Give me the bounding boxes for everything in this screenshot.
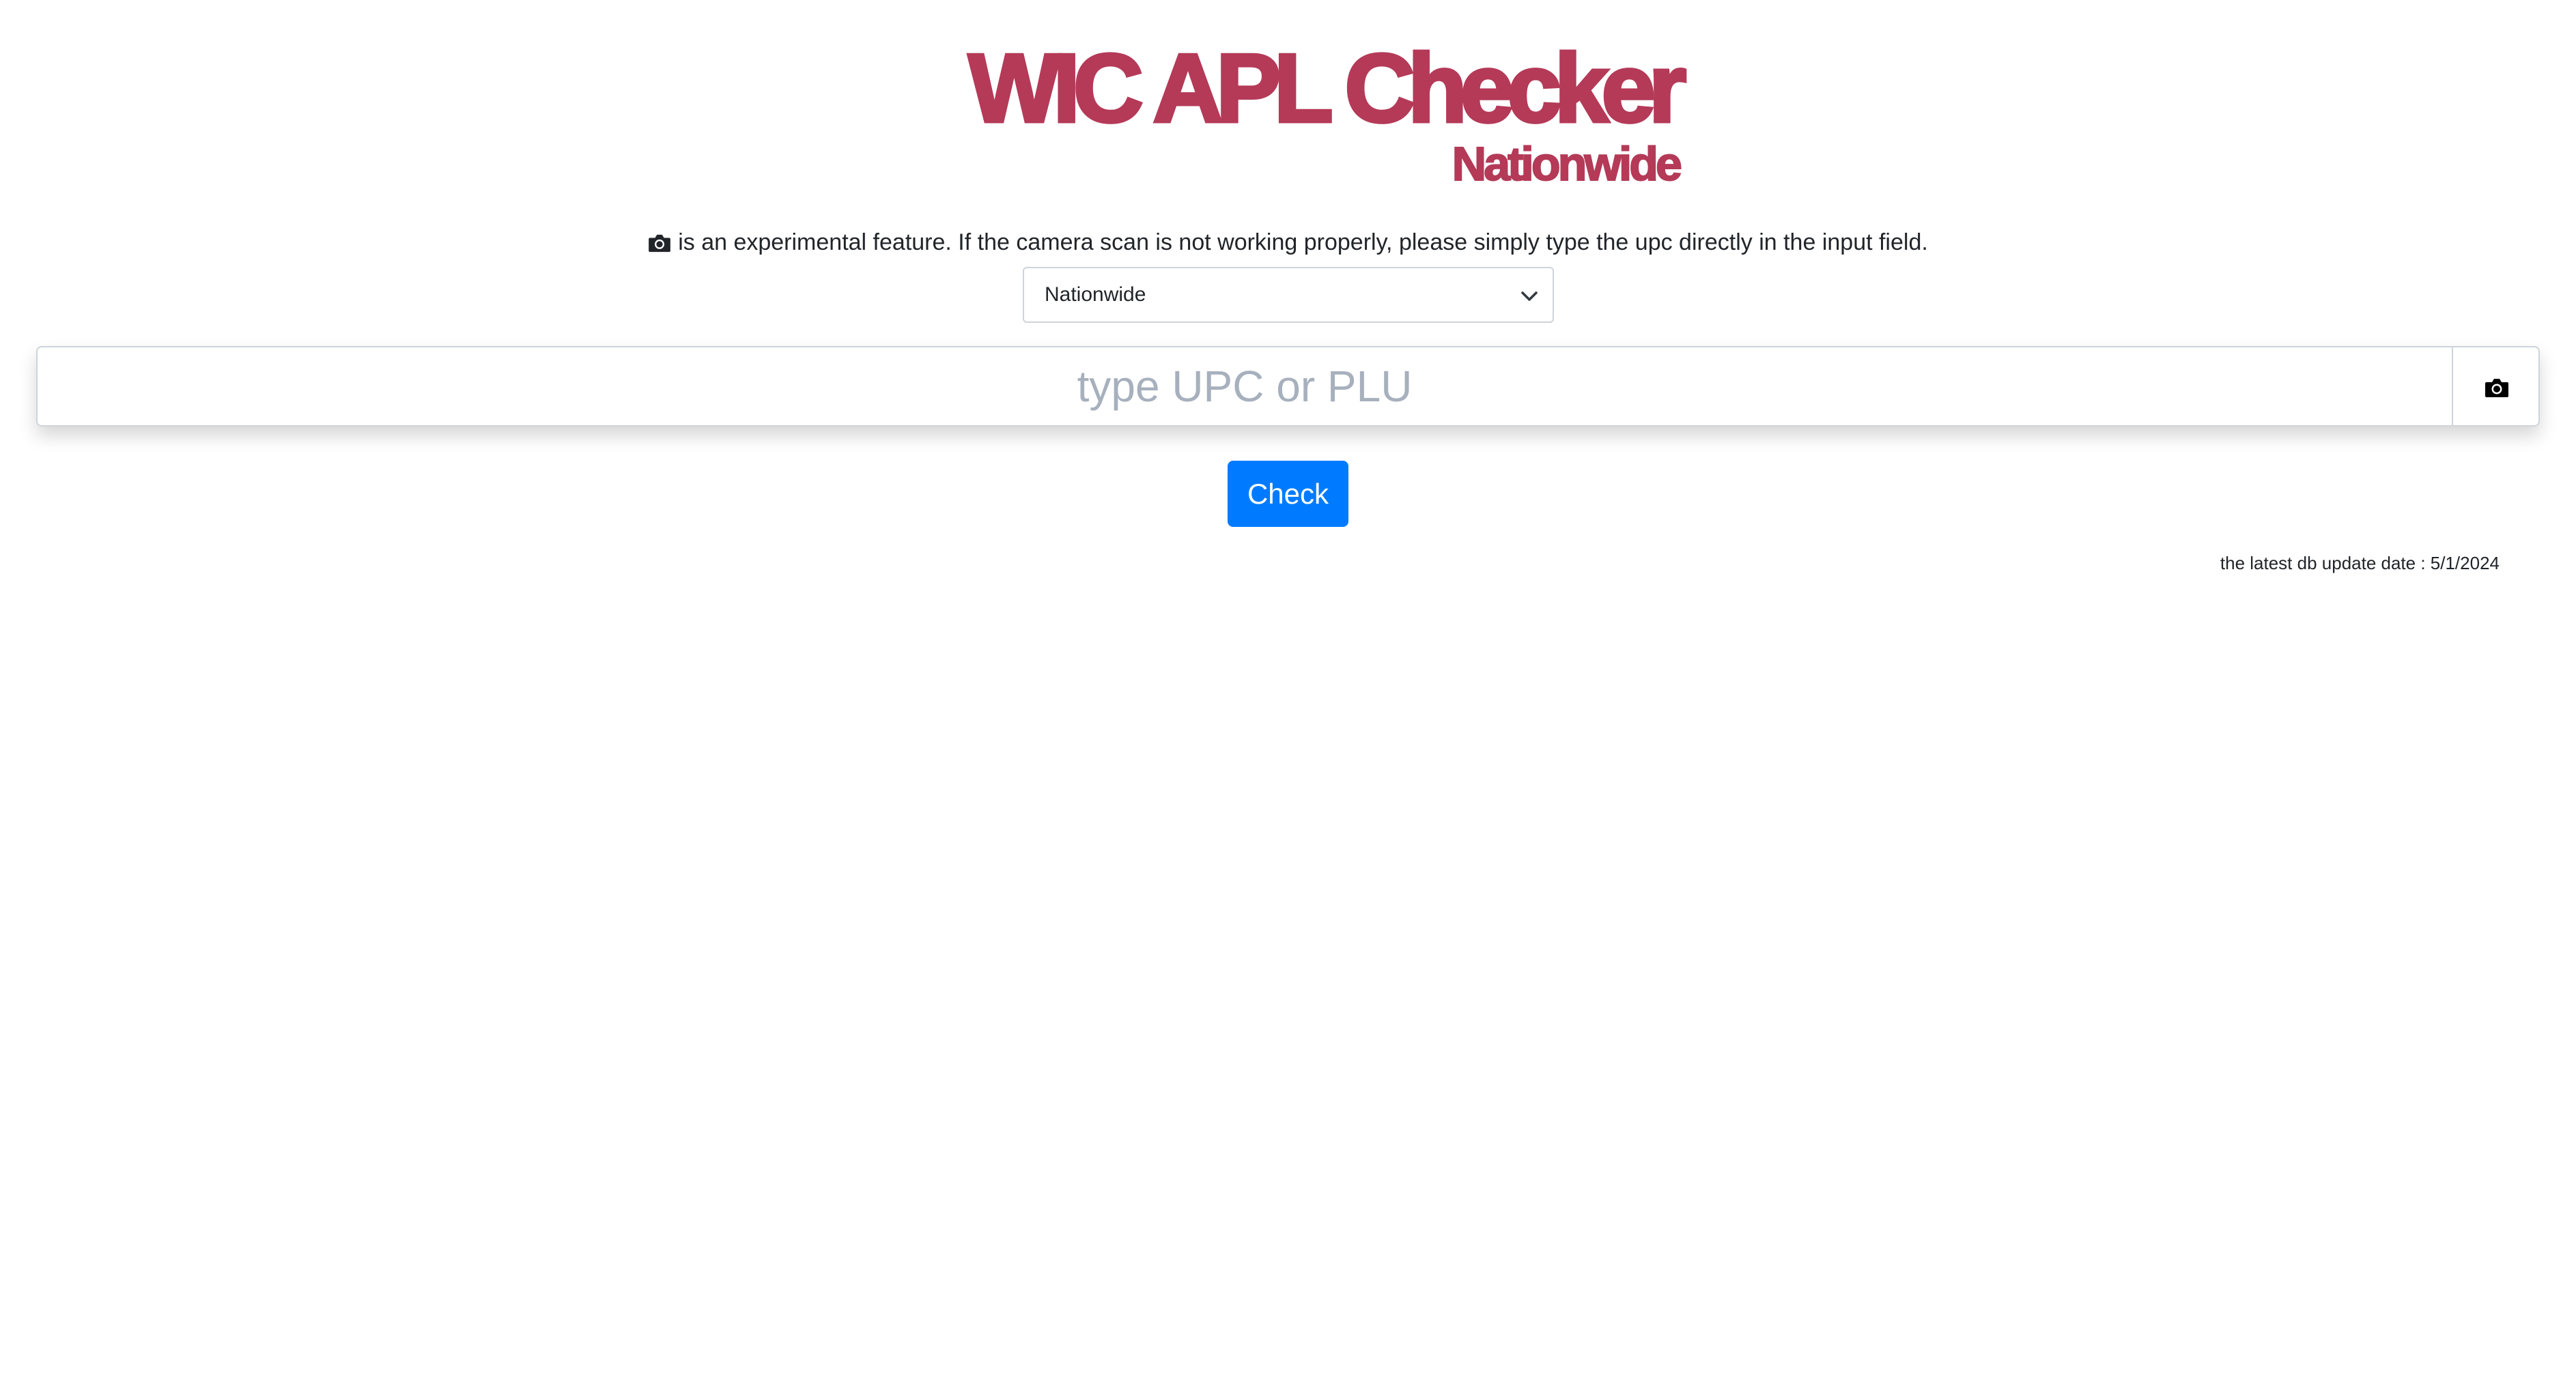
upc-search-input[interactable] <box>36 346 2452 427</box>
page: WIC APL Checker Nationwide is an experim… <box>0 0 2576 1393</box>
camera-icon <box>649 234 671 253</box>
region-select-value: Nationwide <box>1045 283 1146 306</box>
camera-notice-text: is an experimental feature. If the camer… <box>678 229 1928 255</box>
chevron-down-icon <box>1521 291 1538 301</box>
logo-title: WIC APL Checker <box>967 34 1688 143</box>
logo: WIC APL Checker Nationwide <box>894 34 1688 195</box>
region-select[interactable]: Nationwide <box>1023 267 1554 323</box>
upc-search-group <box>36 346 2540 427</box>
logo-subtitle: Nationwide <box>1452 137 1683 191</box>
camera-scan-button[interactable] <box>2452 346 2540 427</box>
db-update-date: the latest db update date : 5/1/2024 <box>2220 553 2500 573</box>
camera-icon <box>2485 379 2508 397</box>
camera-notice: is an experimental feature. If the camer… <box>0 222 2576 263</box>
check-button[interactable]: Check <box>1228 461 1348 527</box>
